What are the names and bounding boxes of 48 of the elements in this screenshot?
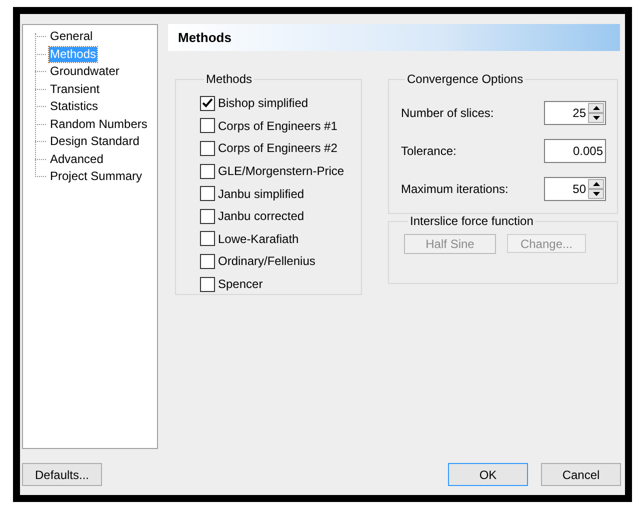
- group-title: Methods: [205, 72, 254, 86]
- checkbox[interactable]: [200, 186, 215, 202]
- field-label: Number of slices:: [401, 106, 494, 120]
- option-label: Corps of Engineers #2: [218, 141, 338, 156]
- checkmark-icon: [202, 98, 213, 108]
- input-field[interactable]: 50: [544, 177, 606, 201]
- spin-down-button[interactable]: [588, 189, 604, 199]
- spin-up-button[interactable]: [588, 103, 604, 113]
- field-label: Tolerance:: [401, 144, 456, 158]
- tree-item[interactable]: Transient: [49, 82, 101, 97]
- checkbox[interactable]: [200, 231, 215, 246]
- field-label: Maximum iterations:: [401, 182, 508, 196]
- dialog-button[interactable]: OK: [448, 463, 528, 486]
- option-label: Ordinary/Fellenius: [218, 254, 316, 268]
- tree-item[interactable]: Project Summary: [49, 169, 144, 184]
- up-arrow-icon: [592, 182, 600, 186]
- tree-item[interactable]: Groundwater: [49, 64, 120, 80]
- checkbox[interactable]: [200, 96, 215, 111]
- option-label: Corps of Engineers #1: [218, 118, 338, 133]
- checkbox[interactable]: [200, 164, 215, 179]
- spin-up-button[interactable]: [588, 179, 604, 189]
- checkbox[interactable]: [200, 254, 215, 269]
- tree-item[interactable]: Random Numbers: [49, 116, 148, 132]
- option-label: Lowe-Karafiath: [218, 232, 299, 246]
- group-title: Convergence Options: [406, 72, 524, 86]
- input-field[interactable]: 0.005: [544, 139, 606, 163]
- option-label: Janbu corrected: [218, 209, 304, 224]
- up-arrow-icon: [592, 106, 600, 110]
- option-label: Janbu simplified: [218, 186, 304, 201]
- spin-down-button[interactable]: [588, 113, 604, 123]
- checkbox[interactable]: [200, 140, 215, 156]
- page-title: Methods: [178, 30, 232, 45]
- option-label: GLE/Morgenstern-Price: [218, 164, 344, 178]
- group-title: Interslice force function: [409, 214, 534, 228]
- down-arrow-icon: [592, 116, 600, 120]
- tree-item[interactable]: Design Standard: [49, 134, 140, 150]
- dialog-button[interactable]: Defaults...: [22, 463, 102, 486]
- checkbox[interactable]: [200, 276, 215, 292]
- checkbox[interactable]: [200, 118, 215, 134]
- down-arrow-icon: [592, 192, 600, 196]
- input-field[interactable]: 25: [544, 101, 606, 125]
- dialog-button[interactable]: Cancel: [541, 463, 621, 486]
- tree-item[interactable]: General: [49, 29, 94, 44]
- tree-item[interactable]: Statistics: [49, 99, 100, 114]
- checkbox[interactable]: [200, 208, 215, 224]
- option-label: Bishop simplified: [218, 96, 308, 110]
- option-label: Spencer: [218, 277, 263, 292]
- tree-item[interactable]: Advanced: [49, 152, 104, 167]
